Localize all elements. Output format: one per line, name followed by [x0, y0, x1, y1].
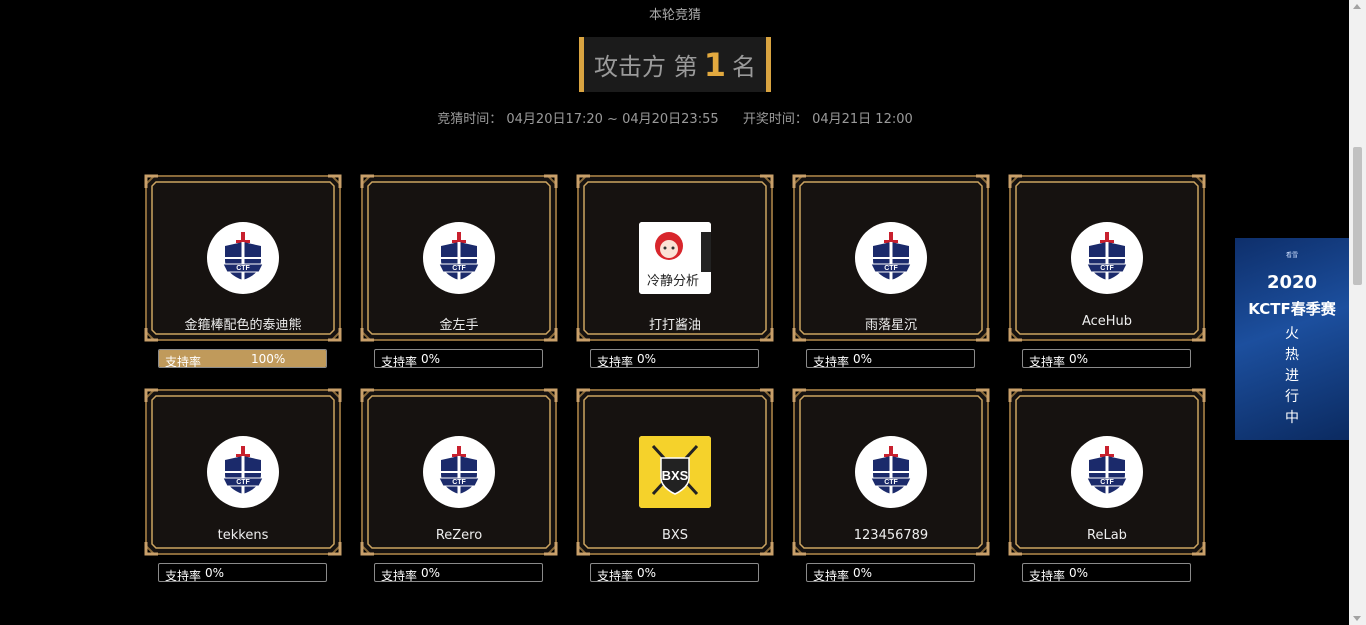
support-rate-bar: 支持率 0% [590, 349, 759, 368]
svg-text:CTF: CTF [236, 479, 250, 486]
support-rate-value: 0% [853, 352, 873, 366]
support-rate-label: 支持率 [597, 355, 634, 368]
rank-suffix: 名 [731, 53, 756, 81]
svg-text:CTF: CTF [1100, 265, 1114, 272]
team-card[interactable]: CTF tekkens [144, 388, 342, 556]
team-card[interactable]: CTF AceHub [1008, 174, 1206, 342]
support-rate-bar: 支持率 0% [590, 563, 759, 582]
support-rate-bar: 支持率 0% [806, 349, 975, 368]
ctf-shield-icon: CTF [423, 436, 495, 508]
support-rate-value: 0% [637, 566, 657, 580]
kctf-ad-banner[interactable]: 看雪 2020 KCTF春季赛 火热进行中 [1235, 238, 1349, 440]
team-name: tekkens [217, 528, 269, 543]
team-card[interactable]: CTF ReLab [1008, 388, 1206, 556]
support-rate-label: 支持率 [1029, 569, 1066, 582]
bxs-logo-icon: BXS [639, 436, 711, 508]
scroll-up-icon[interactable] [1353, 4, 1361, 9]
guess-time-label: 竞猜时间： [437, 112, 503, 127]
svg-text:CTF: CTF [1100, 479, 1114, 486]
team-name: 打打酱油 [648, 318, 701, 333]
support-rate-label: 支持率 [381, 355, 418, 368]
team-card[interactable]: CTF 雨落星沉 [792, 174, 990, 342]
support-rate-bar: 支持率 0% [1022, 349, 1191, 368]
ad-event: KCTF春季赛 [1248, 300, 1336, 318]
ctf-shield-icon: CTF [207, 436, 279, 508]
svg-text:CTF: CTF [452, 479, 466, 486]
draw-time-value: 04月21日 12:00 [812, 112, 913, 127]
support-rate-value: 0% [853, 566, 873, 580]
support-rate-value: 100% [251, 352, 286, 366]
svg-text:CTF: CTF [236, 265, 250, 272]
support-rate-bar: 支持率 0% [374, 563, 543, 582]
ctf-shield-icon: CTF [1071, 222, 1143, 294]
support-rate-bar: 支持率 0% [806, 563, 975, 582]
round-label: 本轮竞猜 [648, 8, 701, 23]
support-rate-bar: 支持率 0% [1022, 563, 1191, 582]
support-rate-bar: 支持率 100% [158, 349, 327, 368]
support-rate-value: 0% [1069, 566, 1089, 580]
team-card[interactable]: CTF 金箍棒配色的泰迪熊 [144, 174, 342, 342]
ctf-shield-icon: CTF [855, 222, 927, 294]
scrollbar[interactable] [1349, 0, 1366, 625]
team-card[interactable]: CTF 金左手 [360, 174, 558, 342]
support-rate-label: 支持率 [597, 569, 634, 582]
support-rate-label: 支持率 [1029, 355, 1066, 368]
team-name: BXS [661, 528, 689, 543]
support-rate-bar: 支持率 0% [158, 563, 327, 582]
support-rate-label: 支持率 [165, 569, 202, 582]
support-rate-value: 0% [421, 352, 441, 366]
team-name: ReLab [1087, 528, 1127, 543]
svg-text:冷静分析: 冷静分析 [647, 274, 699, 289]
support-rate-bar: 支持率 0% [374, 349, 543, 368]
support-rate-value: 0% [1069, 352, 1089, 366]
guess-time-range: 04月20日17:20 ~ 04月20日23:55 [506, 112, 719, 127]
rank-prefix: 攻击方 第 [594, 53, 698, 81]
support-rate-label: 支持率 [813, 355, 850, 368]
rank-number: 1 [703, 45, 726, 84]
team-card[interactable]: BXS BXS [576, 388, 774, 556]
svg-text:CTF: CTF [884, 265, 898, 272]
ctf-shield-icon: CTF [423, 222, 495, 294]
scrollbar-thumb[interactable] [1353, 147, 1362, 285]
ctf-shield-icon: CTF [1071, 436, 1143, 508]
support-rate-label: 支持率 [165, 355, 202, 368]
ctf-shield-icon: CTF [207, 222, 279, 294]
team-name: AceHub [1081, 314, 1133, 329]
ad-brand: 看雪 [1285, 252, 1298, 259]
rank-box: 攻击方 第 1 名 [579, 37, 771, 92]
team-card[interactable]: CTF 123456789 [792, 388, 990, 556]
support-rate-value: 0% [637, 352, 657, 366]
svg-text:CTF: CTF [884, 479, 898, 486]
team-card[interactable]: CTF ReZero [360, 388, 558, 556]
support-rate-label: 支持率 [381, 569, 418, 582]
draw-time-label: 开奖时间： [742, 112, 808, 127]
scroll-down-icon[interactable] [1353, 616, 1361, 621]
team-avatar-image: 冷静分析 [639, 222, 711, 294]
team-name: 雨落星沉 [864, 318, 917, 333]
team-name: 123456789 [853, 528, 929, 543]
ad-year: 2020 [1266, 272, 1318, 293]
time-info: 竞猜时间： 04月20日17:20 ~ 04月20日23:55 开奖时间： 04… [0, 108, 1350, 127]
svg-text:BXS: BXS [662, 468, 689, 483]
team-card[interactable]: 冷静分析 打打酱油 [576, 174, 774, 342]
support-rate-value: 0% [205, 566, 225, 580]
team-name: 金箍棒配色的泰迪熊 [184, 318, 302, 333]
support-rate-value: 0% [421, 566, 441, 580]
team-name: ReZero [435, 528, 483, 543]
team-name: 金左手 [439, 318, 479, 333]
svg-text:CTF: CTF [452, 265, 466, 272]
support-rate-label: 支持率 [813, 569, 850, 582]
ad-status: 火热进行中 [1285, 326, 1299, 426]
ctf-shield-icon: CTF [855, 436, 927, 508]
